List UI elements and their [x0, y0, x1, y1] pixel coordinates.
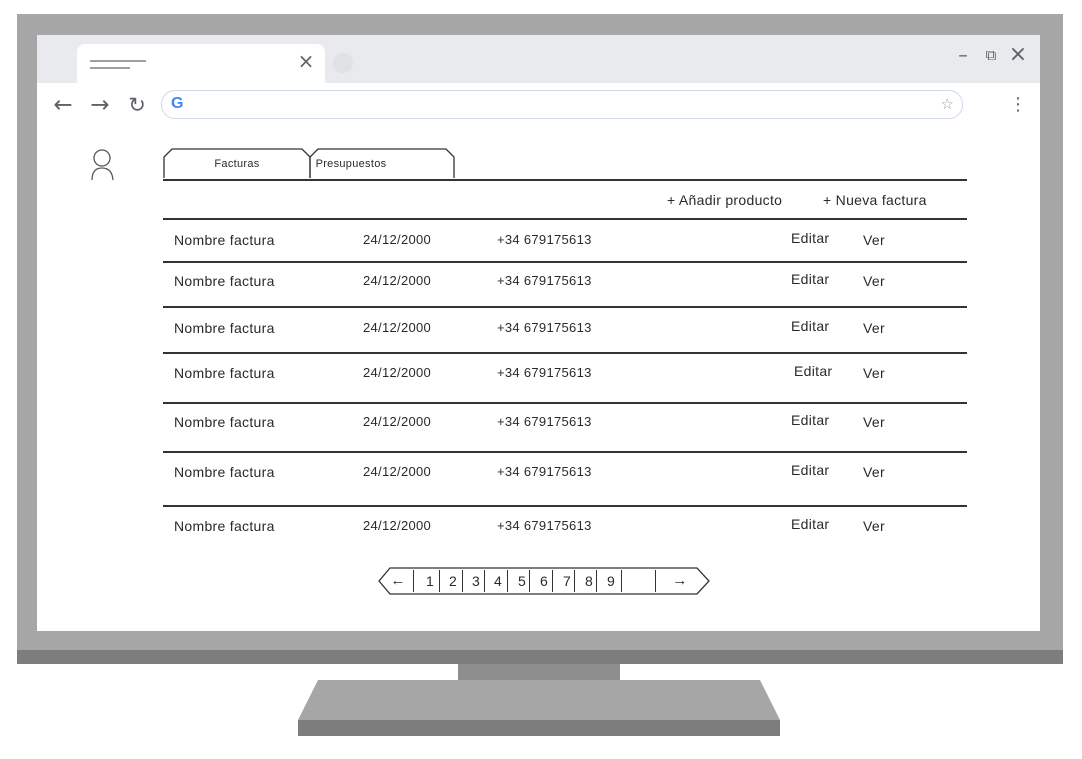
edit-button[interactable]: Editar	[791, 271, 829, 287]
pagination-next-icon[interactable]: →	[667, 571, 693, 591]
reload-icon[interactable]: ↻	[123, 91, 151, 119]
address-bar[interactable]: G ☆	[161, 90, 963, 119]
tab-presupuestos[interactable]: Presupuestos	[309, 148, 455, 178]
row-divider	[163, 505, 967, 507]
minimize-icon[interactable]: –	[951, 43, 975, 67]
user-icon[interactable]	[87, 147, 119, 183]
tab-title-placeholder	[90, 60, 146, 62]
new-tab-button[interactable]	[333, 53, 353, 73]
browser-window: × – ⧉ × ← → ↻ G ☆ ⋮ Facturas Presupuesto…	[37, 35, 1040, 631]
page-button[interactable]: 1	[421, 571, 439, 591]
invoice-name: Nombre factura	[174, 464, 275, 480]
browser-tab[interactable]: ×	[77, 44, 325, 83]
invoice-name: Nombre factura	[174, 320, 275, 336]
tab-facturas[interactable]: Facturas	[163, 148, 311, 178]
page-button[interactable]: 8	[580, 571, 598, 591]
pagination-divider	[439, 570, 441, 592]
invoice-name: Nombre factura	[174, 518, 275, 534]
edit-button[interactable]: Editar	[791, 462, 829, 478]
invoice-name: Nombre factura	[174, 232, 275, 248]
invoice-name: Nombre factura	[174, 273, 275, 289]
forward-icon[interactable]: →	[86, 91, 114, 119]
browser-toolbar: ← → ↻ G ☆ ⋮	[37, 83, 1040, 129]
page-button[interactable]: 9	[602, 571, 620, 591]
view-button[interactable]: Ver	[863, 232, 885, 248]
view-button[interactable]: Ver	[863, 365, 885, 381]
edit-button[interactable]: Editar	[791, 516, 829, 532]
row-divider	[163, 352, 967, 354]
pagination-prev-icon[interactable]: ←	[387, 571, 409, 591]
pagination-divider	[655, 570, 657, 592]
row-divider	[163, 306, 967, 308]
pagination-divider	[413, 570, 415, 592]
edit-button[interactable]: Editar	[791, 412, 829, 428]
invoice-phone: +34 679175613	[497, 273, 592, 288]
tab-title-placeholder	[90, 67, 130, 69]
monitor-bezel	[17, 650, 1063, 664]
edit-button[interactable]: Editar	[791, 230, 829, 246]
monitor-stand	[298, 680, 780, 736]
invoice-date: 24/12/2000	[363, 273, 432, 288]
view-button[interactable]: Ver	[863, 273, 885, 289]
page-button[interactable]: 4	[489, 571, 507, 591]
invoice-phone: +34 679175613	[497, 232, 592, 247]
new-invoice-button[interactable]: + Nueva factura	[823, 192, 927, 208]
row-divider	[163, 402, 967, 404]
tab-facturas-label: Facturas	[214, 158, 260, 170]
invoice-phone: +34 679175613	[497, 414, 592, 429]
edit-button[interactable]: Editar	[794, 363, 832, 379]
add-product-button[interactable]: + Añadir producto	[667, 192, 782, 208]
row-divider	[163, 261, 967, 263]
view-button[interactable]: Ver	[863, 320, 885, 336]
browser-tabstrip: × – ⧉ ×	[37, 35, 1040, 83]
invoice-date: 24/12/2000	[363, 232, 432, 247]
pagination: ← 1 2 3 4 5 6 7 8 9 →	[377, 566, 711, 596]
view-button[interactable]: Ver	[863, 518, 885, 534]
view-button[interactable]: Ver	[863, 464, 885, 480]
invoice-name: Nombre factura	[174, 365, 275, 381]
page-button[interactable]: 2	[444, 571, 462, 591]
invoice-phone: +34 679175613	[497, 365, 592, 380]
invoice-date: 24/12/2000	[363, 414, 432, 429]
edit-button[interactable]: Editar	[791, 318, 829, 334]
invoice-date: 24/12/2000	[363, 464, 432, 479]
page-button[interactable]: 7	[558, 571, 576, 591]
invoice-phone: +34 679175613	[497, 518, 592, 533]
page-button[interactable]: 5	[513, 571, 531, 591]
row-divider	[163, 451, 967, 453]
tabs-baseline	[163, 179, 967, 181]
invoice-phone: +34 679175613	[497, 320, 592, 335]
menu-icon[interactable]: ⋮	[1009, 91, 1027, 119]
pagination-divider	[462, 570, 464, 592]
invoice-date: 24/12/2000	[363, 365, 432, 380]
google-icon: G	[171, 95, 184, 112]
page-button[interactable]: 3	[467, 571, 485, 591]
row-divider	[163, 218, 967, 220]
invoice-name: Nombre factura	[174, 414, 275, 430]
close-window-icon[interactable]: ×	[1006, 43, 1030, 67]
back-icon[interactable]: ←	[49, 91, 77, 119]
page-button[interactable]: 6	[535, 571, 553, 591]
close-tab-icon[interactable]: ×	[295, 49, 317, 73]
invoice-date: 24/12/2000	[363, 320, 432, 335]
view-button[interactable]: Ver	[863, 414, 885, 430]
tab-presupuestos-label: Presupuestos	[315, 158, 387, 170]
restore-icon[interactable]: ⧉	[979, 43, 1003, 67]
pagination-divider	[621, 570, 623, 592]
pagination-divider	[507, 570, 509, 592]
star-icon[interactable]: ☆	[941, 95, 954, 113]
invoice-phone: +34 679175613	[497, 464, 592, 479]
invoice-date: 24/12/2000	[363, 518, 432, 533]
